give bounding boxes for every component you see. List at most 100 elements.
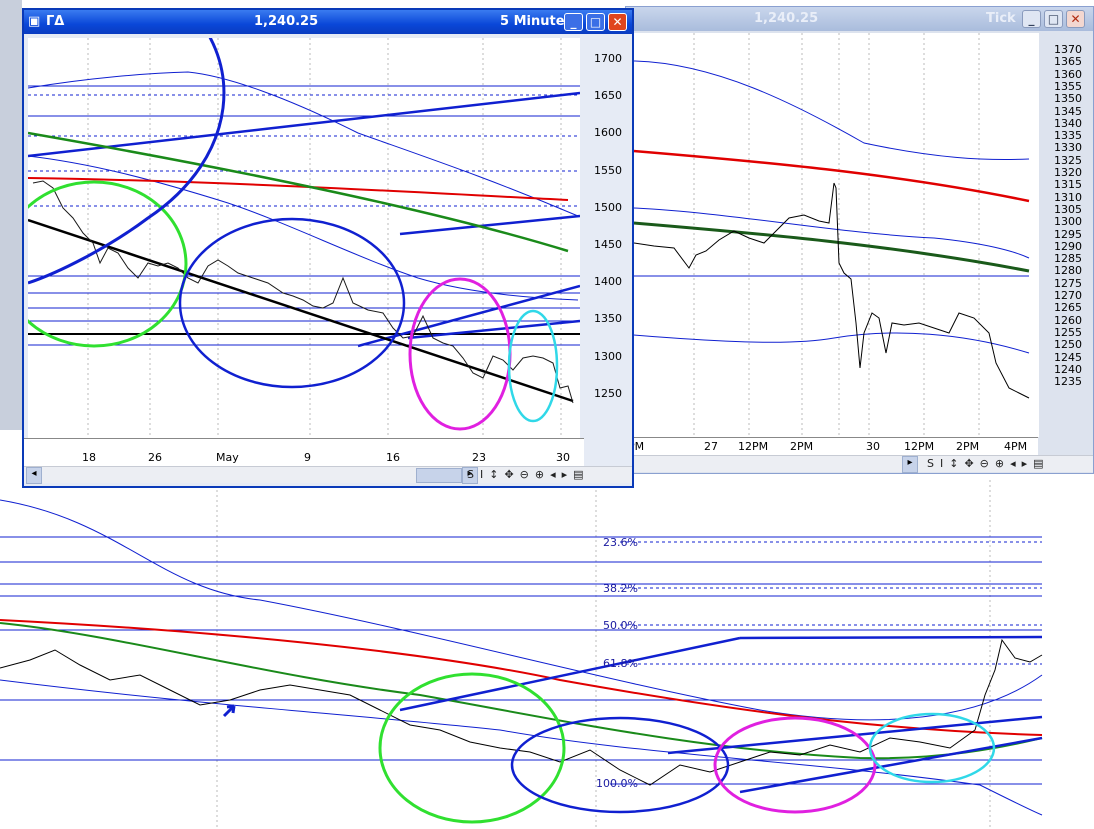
y-tick-label: 1350 (1054, 92, 1082, 106)
main-scrollbar[interactable]: ◂ ▸ S I ↕ ✥ ⊖ ⊕ ◂ ▸ ▤ (24, 466, 632, 484)
x-tick-label: 4PM (1004, 440, 1028, 453)
x-tick-label: 26 (148, 451, 162, 464)
toolbar-tool-icon[interactable]: ◂ (1010, 457, 1016, 470)
toolbar-tool-icon[interactable]: I (940, 457, 943, 470)
minimize-icon[interactable]: _ (1022, 10, 1041, 28)
x-tick-label: 16 (386, 451, 400, 464)
y-tick-label: 1550 (594, 163, 622, 177)
y-tick-label: 1370 (1054, 43, 1082, 56)
y-tick-label: 1450 (594, 238, 622, 251)
toolbar-tool-icon[interactable]: ↕ (489, 468, 498, 481)
x-tick-label: 2PM (956, 440, 980, 453)
tick-window-price: 1,240.25 (754, 11, 819, 26)
y-tick-label: 1310 (1054, 190, 1082, 204)
y-tick-label: 1365 (1054, 55, 1082, 69)
y-tick-label: 1650 (594, 89, 622, 103)
fib-label-23: 23.6% (603, 536, 638, 549)
main-window-price: 1,240.25 (254, 14, 319, 29)
y-tick-label: 1355 (1054, 79, 1082, 93)
bottom-chart (0, 480, 1043, 829)
x-tick-label: 2PM (790, 440, 814, 453)
main-x-axis: 18 26 May 9 16 23 30 (24, 438, 584, 467)
app-icon: ▣ (28, 14, 41, 29)
y-tick-label: 1265 (1054, 301, 1082, 315)
close-icon[interactable]: ✕ (608, 13, 627, 31)
toolbar-tool-icon[interactable]: ↕ (949, 457, 958, 470)
x-tick-label: 18 (82, 451, 96, 464)
y-tick-label: 1400 (594, 275, 622, 289)
main-window-interval: 5 Minute (500, 14, 565, 29)
y-tick-label: 1320 (1054, 166, 1082, 179)
background-strip (0, 0, 22, 430)
tick-scrollbar[interactable]: ▸ S I ↕ ✥ ⊖ ⊕ ◂ ▸ ▤ (626, 455, 1093, 473)
y-tick-label: 1330 (1054, 141, 1082, 155)
toolbar-tool-icon[interactable]: ⊖ (980, 457, 989, 470)
y-tick-label: 1250 (594, 386, 622, 400)
y-tick-label: 1700 (594, 52, 622, 65)
main-y-axis: 1700 1650 1600 1550 1500 1450 1400 1350 1300 1250 (582, 38, 632, 438)
y-tick-label: 1350 (594, 312, 622, 326)
toolbar-tool-icon[interactable]: ✥ (964, 457, 973, 470)
close-icon[interactable]: ✕ (1066, 10, 1085, 28)
y-tick-label: 1280 (1054, 264, 1082, 278)
y-tick-label: 1345 (1054, 104, 1082, 118)
toolbar-tool-icon[interactable]: ▸ (1022, 457, 1028, 470)
y-tick-label: 1260 (1054, 313, 1082, 327)
maximize-icon[interactable]: □ (586, 13, 605, 31)
tick-window-titlebar[interactable]: 1,240.25 Tick _ □ ✕ (626, 7, 1093, 31)
toolbar-tool-icon[interactable]: S (467, 468, 474, 481)
fib-label-61: 61.8% (603, 657, 638, 670)
main-scroll-thumb[interactable] (416, 468, 462, 483)
tick-x-axis: PM 27 12PM 2PM 30 12PM 2PM 4PM (626, 437, 1038, 456)
y-tick-label: 1240 (1054, 362, 1082, 376)
toolbar-tool-icon[interactable]: I (480, 468, 483, 481)
fib-label-50: 50.0% (603, 619, 638, 632)
y-tick-label: 1340 (1054, 116, 1082, 130)
tick-scroll-right[interactable]: ▸ (902, 456, 918, 473)
y-tick-label: 1600 (594, 126, 622, 140)
y-tick-label: 1275 (1054, 276, 1082, 290)
x-tick-label: 12PM (904, 440, 935, 453)
tick-y-axis: 1370 1365 1360 1355 1350 1345 1340 1335 1330 1325… (1042, 33, 1092, 437)
main-chart-window[interactable]: ▣ ΓΔ 1,240.25 5 Minute _ □ ✕ 1700 1650 1… (0, 0, 634, 488)
maximize-icon[interactable]: □ (1044, 10, 1063, 28)
y-tick-label: 1300 (594, 349, 622, 363)
x-tick-label: 9 (304, 451, 311, 464)
x-tick-label: 12PM (738, 440, 769, 453)
toolbar-tool-icon[interactable]: ▤ (573, 468, 583, 481)
minimize-icon[interactable]: _ (564, 13, 583, 31)
toolbar-tool-icon[interactable]: S (927, 457, 934, 470)
x-tick-label: 30 (866, 440, 880, 453)
main-window-titlebar[interactable]: ▣ ΓΔ 1,240.25 5 Minute _ □ ✕ (24, 10, 632, 34)
y-tick-label: 1325 (1054, 153, 1082, 167)
y-tick-label: 1500 (594, 200, 622, 214)
main-scroll-left[interactable]: ◂ (26, 467, 42, 484)
y-tick-label: 1360 (1054, 67, 1082, 81)
y-tick-label: 1245 (1054, 350, 1082, 364)
y-tick-label: 1235 (1054, 375, 1082, 389)
tick-plot-area[interactable] (633, 33, 1039, 437)
tick-chart-window[interactable]: 1,240.25 Tick _ □ ✕ 1370 1365 1360 1355 1350… (625, 6, 1094, 474)
toolbar-tool-icon[interactable]: ✥ (504, 468, 513, 481)
y-tick-label: 1290 (1054, 239, 1082, 253)
x-tick-label: 27 (704, 440, 718, 453)
y-tick-label: 1270 (1054, 289, 1082, 302)
fib-label-100: 100.0% (596, 777, 638, 790)
y-tick-label: 1315 (1054, 178, 1082, 192)
main-window-symbol: ΓΔ (46, 14, 65, 29)
toolbar-tool-icon[interactable]: ◂ (550, 468, 556, 481)
toolbar-tool-icon[interactable]: ⊕ (535, 468, 544, 481)
y-tick-label: 1285 (1054, 252, 1082, 266)
main-plot-area[interactable] (0, 0, 581, 438)
fib-label-38: 38.2% (603, 582, 638, 595)
toolbar-tool-icon[interactable]: ▸ (562, 468, 568, 481)
y-tick-label: 1305 (1054, 202, 1082, 216)
x-tick-label: 23 (472, 451, 486, 464)
toolbar-tool-icon[interactable]: ▤ (1033, 457, 1043, 470)
x-tick-label: May (216, 451, 239, 464)
toolbar-tool-icon[interactable]: ⊖ (520, 468, 529, 481)
toolbar-tool-icon[interactable]: ⊕ (995, 457, 1004, 470)
x-tick-label: 30 (556, 451, 570, 464)
y-tick-label: 1335 (1054, 129, 1082, 143)
y-tick-label: 1300 (1054, 215, 1082, 229)
